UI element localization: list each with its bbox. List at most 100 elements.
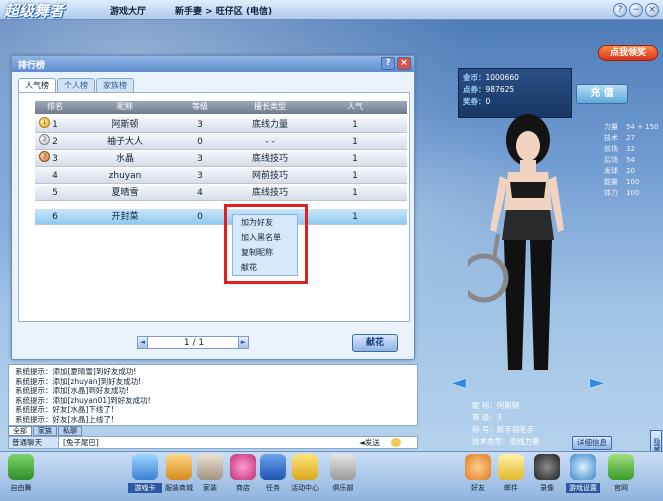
- toolbar-home-decor[interactable]: 家装: [193, 454, 227, 500]
- next-page-icon[interactable]: ►: [238, 336, 249, 349]
- toolbar-events[interactable]: 活动中心: [288, 454, 322, 500]
- top-bar: 超级舞者 游戏大厅 新手妻 > 旺仔区 (电信) ? − ×: [0, 0, 663, 20]
- send-button[interactable]: ◄发送: [359, 437, 380, 448]
- claim-reward-button[interactable]: 点我领奖: [598, 45, 658, 61]
- shirt-icon: [166, 454, 192, 480]
- attr-label: 能量: [604, 178, 618, 186]
- friends-icon: [465, 454, 491, 480]
- website-icon: [608, 454, 634, 480]
- page-indicator: 1 / 1: [183, 338, 205, 348]
- chat-tab-all[interactable]: 全部: [8, 426, 32, 436]
- ranking-dialog: 排行榜 ? × 人气榜 个人榜 家族榜 排名 昵称 等级 擅长类型 人气 1 1 阿…: [11, 55, 415, 360]
- profile-label: 昵 称：: [472, 401, 497, 410]
- close-icon[interactable]: ×: [645, 3, 659, 17]
- points-label: 点券：: [463, 85, 486, 94]
- toolbar-label: 邮件: [504, 484, 518, 492]
- rotate-right-icon[interactable]: ►: [590, 372, 612, 393]
- row-level: 3: [197, 154, 203, 164]
- chat-log[interactable]: 系统提示：添加[夏晴雪]到好友成功! 系统提示：添加[zhuyan]到好友成功!…: [8, 364, 418, 426]
- attr-label: 体力: [604, 189, 618, 197]
- row-popularity: 1: [352, 212, 358, 222]
- table-row[interactable]: 3 3 水晶 3 底线技巧 1: [35, 151, 407, 167]
- dialog-help-icon[interactable]: ?: [381, 57, 395, 70]
- minimize-icon[interactable]: −: [629, 3, 643, 17]
- attr-label: 力量: [604, 123, 618, 131]
- toolbar-website[interactable]: 官网: [604, 454, 638, 500]
- attr-value: 100: [626, 178, 640, 186]
- toolbar-mail[interactable]: 邮件: [494, 454, 528, 500]
- row-name: zhuyan: [108, 171, 142, 181]
- attr-value: 20: [626, 167, 635, 175]
- toolbar-task[interactable]: 任务: [256, 454, 290, 500]
- recharge-button[interactable]: 充 值: [576, 84, 628, 104]
- honor-value: 0: [485, 97, 491, 106]
- chat-line: 系统提示：好友[水晶]下线了!: [15, 405, 114, 414]
- channel-select[interactable]: 普通聊天: [9, 437, 59, 448]
- rotate-left-icon[interactable]: ◄: [452, 372, 474, 393]
- row-type: 底线力量: [251, 120, 288, 130]
- row-popularity: 1: [352, 137, 358, 147]
- chat-input[interactable]: 普通聊天 [兔子尾巴] ◄发送: [8, 436, 418, 449]
- chat-line: 系统提示：添加[夏晴雪]到好友成功!: [15, 367, 137, 376]
- breadcrumb-lobby[interactable]: 游戏大厅: [110, 4, 146, 17]
- profile-info: 昵 称：阿斯顿 等 级：3 称 号：新手羽毛手 技术类型：底线力量: [472, 400, 540, 448]
- row-name: 阿斯顿: [111, 120, 139, 130]
- toolbar-settings[interactable]: 游戏设置: [566, 454, 600, 500]
- toolbar-clothing-mall[interactable]: 服装商城: [162, 454, 196, 500]
- chat-text: [兔子尾巴]: [63, 438, 99, 447]
- row-level: 3: [197, 120, 203, 130]
- toolbar-friends[interactable]: 好友: [461, 454, 495, 500]
- row-popularity: 1: [352, 171, 358, 181]
- dialog-title: 排行榜: [12, 56, 414, 72]
- toolbar-label: 录像: [540, 484, 554, 492]
- toolbar-club[interactable]: 俱乐部: [326, 454, 360, 500]
- toolbar-label: 任务: [266, 484, 280, 492]
- row-level: 3: [197, 171, 203, 181]
- detail-info-button[interactable]: 详细信息: [572, 436, 612, 450]
- row-name: 开封菜: [111, 212, 139, 222]
- col-name: 昵称: [117, 102, 133, 111]
- card-icon: [132, 454, 158, 480]
- attr-value: 27: [626, 134, 635, 142]
- table-row[interactable]: 5 夏晴雪 4 底线技巧 1: [35, 185, 407, 201]
- tab-popularity[interactable]: 人气榜: [18, 78, 56, 92]
- profile-value: 3: [496, 413, 502, 422]
- row-name: 夏晴雪: [111, 188, 139, 198]
- toolbar-label: 好友: [471, 484, 485, 492]
- profile-value: 底线力量: [509, 437, 540, 446]
- chat-line: 系统提示：好友[水晶]上线了!: [15, 414, 114, 424]
- col-type: 擅长类型: [254, 102, 286, 111]
- tab-family[interactable]: 家族榜: [96, 78, 134, 92]
- send-flower-button[interactable]: 献花: [352, 334, 398, 352]
- col-level: 等级: [192, 102, 208, 111]
- row-type: 网前技巧: [251, 171, 288, 181]
- chat-tab-private[interactable]: 私聊: [58, 426, 82, 436]
- col-rank: 排名: [47, 102, 63, 111]
- bottom-toolbar: 自由舞 游戏卡 服装商城 家装 商店 任务 活动中心 俱乐部 好友 邮件 录像 …: [0, 451, 663, 501]
- dialog-close-icon[interactable]: ×: [397, 57, 411, 70]
- row-level: 0: [197, 212, 203, 222]
- attr-value: 100: [626, 189, 640, 197]
- toolbar-shop[interactable]: 商店: [226, 454, 260, 500]
- toolbar-free-dance[interactable]: 自由舞: [4, 454, 38, 500]
- game-logo: 超级舞者: [4, 2, 65, 20]
- row-type: - -: [265, 137, 275, 147]
- house-icon: [197, 454, 223, 480]
- chat-line: 系统提示：添加[水晶]到好友成功!: [15, 386, 129, 395]
- tab-personal[interactable]: 个人榜: [57, 78, 95, 92]
- chat-tab-family[interactable]: 家族: [33, 426, 57, 436]
- toolbar-game-card[interactable]: 游戏卡: [128, 454, 162, 500]
- toolbar-replay[interactable]: 录像: [530, 454, 564, 500]
- table-row[interactable]: 2 2 袖子大人 0 - - 1: [35, 134, 407, 150]
- table-row[interactable]: 4 zhuyan 3 网前技巧 1: [35, 168, 407, 184]
- table-row-selected[interactable]: 6 开封菜 0 1: [35, 209, 407, 225]
- emoticon-icon[interactable]: [391, 438, 401, 447]
- row-popularity: 1: [352, 154, 358, 164]
- profile-value: 阿斯顿: [496, 401, 520, 410]
- toolbar-label: 游戏卡: [128, 483, 162, 493]
- table-row[interactable]: 1 1 阿斯顿 3 底线力量 1: [35, 117, 407, 133]
- help-icon[interactable]: ?: [613, 3, 627, 17]
- attr-label: 技术: [604, 134, 618, 142]
- club-icon: [330, 454, 356, 480]
- ranking-tabs: 人气榜 个人榜 家族榜: [18, 78, 135, 92]
